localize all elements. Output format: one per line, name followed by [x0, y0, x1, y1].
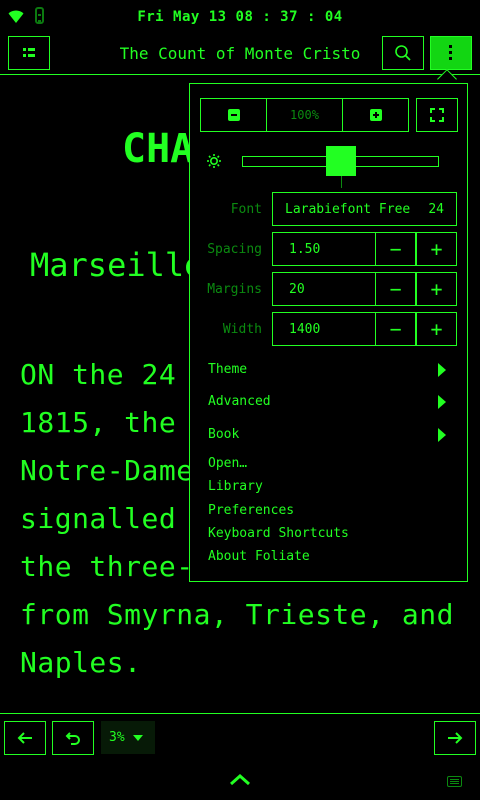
menu-item-book[interactable]: Book	[208, 427, 446, 442]
progress-value: 3%	[109, 730, 125, 745]
chapter-subheading: Marseille	[30, 246, 204, 284]
main-menu-popover: 100% Font Larabiefont Free 24 Spacing 1.…	[189, 83, 468, 582]
book-title: The Count of Monte Cristo	[119, 44, 361, 63]
menu-item-label: Theme	[208, 362, 248, 377]
margins-decrease-button[interactable]: −	[375, 272, 416, 306]
fullscreen-icon	[430, 108, 444, 122]
body-text-line: ON the 24	[20, 358, 177, 391]
zoom-level[interactable]: 100%	[266, 98, 343, 132]
chevron-down-icon	[132, 734, 143, 741]
previous-page-button[interactable]	[4, 721, 46, 755]
margins-increase-button[interactable]: +	[416, 272, 457, 306]
go-back-button[interactable]	[52, 721, 94, 755]
body-text-line: Notre-Dame	[20, 454, 194, 487]
width-row: 1400 − +	[190, 312, 469, 346]
menu-item-label: Book	[208, 427, 240, 442]
margins-row: 20 − +	[190, 272, 469, 306]
submenu-arrow-icon	[438, 363, 446, 377]
width-input[interactable]: 1400	[272, 312, 376, 346]
brightness-slider-handle[interactable]	[325, 146, 356, 176]
fullscreen-button[interactable]	[416, 98, 458, 132]
zoom-in-icon	[369, 109, 382, 121]
arrow-left-icon	[17, 732, 32, 744]
spacing-decrease-button[interactable]: −	[375, 232, 416, 266]
chevron-up-icon[interactable]	[229, 774, 251, 786]
body-text-line: from Smyrna, Trieste, and	[20, 598, 454, 631]
body-text-line: 1815, the	[20, 406, 177, 439]
clock: Fri May 13 08 : 37 : 04	[137, 9, 343, 25]
next-page-button[interactable]	[434, 721, 476, 755]
menu-item-advanced[interactable]: Advanced	[208, 394, 446, 409]
menu-item-theme[interactable]: Theme	[208, 362, 446, 377]
width-increase-button[interactable]: +	[416, 312, 457, 346]
chapter-heading: CHA	[122, 126, 195, 172]
bottom-bar: 3%	[0, 713, 480, 800]
progress-dropdown[interactable]: 3%	[101, 721, 155, 754]
font-size: 24	[428, 201, 444, 217]
zoom-out-icon	[227, 109, 240, 121]
arrow-right-icon	[448, 732, 463, 744]
menu-item-keyboard-shortcuts[interactable]: Keyboard Shortcuts	[208, 526, 349, 541]
width-decrease-button[interactable]: −	[375, 312, 416, 346]
search-button[interactable]	[382, 36, 424, 70]
header-bar: The Count of Monte Cristo	[0, 34, 480, 75]
status-bar: Fri May 13 08 : 37 : 04	[0, 0, 480, 34]
font-name: Larabiefont Free	[285, 201, 411, 217]
font-label: Font	[230, 202, 262, 217]
brightness-tick	[341, 176, 342, 188]
body-text-line: signalled	[20, 502, 177, 535]
submenu-arrow-icon	[438, 428, 446, 442]
menu-item-preferences[interactable]: Preferences	[208, 503, 294, 518]
menu-item-library[interactable]: Library	[208, 479, 263, 494]
menu-item-about[interactable]: About Foliate	[208, 549, 310, 564]
margins-input[interactable]: 20	[272, 272, 376, 306]
menu-item-open[interactable]: Open…	[208, 456, 247, 471]
submenu-arrow-icon	[438, 395, 446, 409]
main-menu-button[interactable]	[430, 36, 472, 70]
body-text-line: Naples.	[20, 646, 142, 679]
vertical-dots-icon	[449, 45, 452, 60]
font-chooser-button[interactable]: Larabiefont Free 24	[272, 192, 457, 226]
brightness-icon	[207, 154, 221, 168]
search-icon	[395, 45, 411, 61]
keyboard-icon[interactable]	[447, 776, 462, 787]
undo-icon	[65, 732, 80, 745]
zoom-in-button[interactable]	[342, 98, 409, 132]
sidebar-list-icon	[23, 48, 35, 57]
menu-item-label: Advanced	[208, 394, 271, 409]
spacing-increase-button[interactable]: +	[416, 232, 457, 266]
zoom-out-button[interactable]	[200, 98, 267, 132]
spacing-row: 1.50 − +	[190, 232, 469, 266]
spacing-input[interactable]: 1.50	[272, 232, 376, 266]
sidebar-button[interactable]	[8, 36, 50, 70]
body-text-line: the three-	[20, 550, 194, 583]
